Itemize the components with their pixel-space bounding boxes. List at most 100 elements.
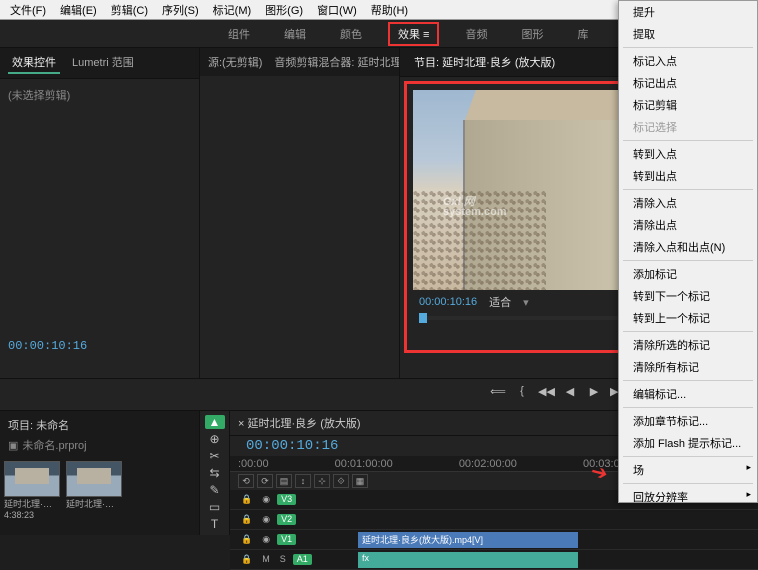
menu-separator (623, 47, 753, 48)
timeline-option-button[interactable]: ⟳ (257, 474, 273, 488)
track-label[interactable]: V1 (277, 534, 296, 545)
left-panel-tabs: 效果控件 Lumetri 范围 (0, 48, 199, 79)
context-menu-item[interactable]: 提取 (619, 23, 757, 45)
menu-item[interactable]: 编辑(E) (54, 0, 103, 20)
context-menu-item[interactable]: 转到下一个标记 (619, 285, 757, 307)
timeline-track[interactable]: 🔒 ◉ V1 延时北理·良乡(放大版).mp4[V] (230, 530, 758, 550)
context-menu-item[interactable]: 转到入点 (619, 143, 757, 165)
menu-item[interactable]: 剪辑(C) (105, 0, 154, 20)
context-menu-item[interactable]: 清除所有标记 (619, 356, 757, 378)
track-header: 🔒 ◉ V1 (230, 534, 350, 545)
source-monitor-panel: 源:(无剪辑) 音频剪辑混合器: 延时北理·良乡 (200, 48, 400, 378)
program-timecode[interactable]: 00:00:10:16 (419, 296, 477, 308)
timeline-clip[interactable]: 延时北理·良乡(放大版).mp4[V] (358, 532, 578, 548)
tool-button[interactable]: T (205, 517, 225, 531)
timeline-option-button[interactable]: ↕ (295, 474, 311, 488)
zoom-fit-dropdown[interactable]: 适合 (489, 294, 511, 310)
menu-item[interactable]: 文件(F) (4, 0, 52, 20)
menu-item[interactable]: 帮助(H) (365, 0, 414, 20)
transport-button[interactable]: ◀◀ (538, 385, 554, 404)
workspace-tab[interactable]: 效果 ≡ (388, 22, 439, 46)
context-menu-item[interactable]: 清除出点 (619, 214, 757, 236)
playhead-icon[interactable] (419, 313, 427, 323)
track-toggle-icon[interactable]: ◉ (259, 534, 273, 545)
track-label[interactable]: V3 (277, 494, 296, 505)
timeline-option-button[interactable]: ⊹ (314, 474, 330, 488)
track-label[interactable]: V2 (277, 514, 296, 525)
menu-item[interactable]: 窗口(W) (311, 0, 363, 20)
context-menu-item[interactable]: 标记剪辑 (619, 94, 757, 116)
project-title: 项目: 未命名 (4, 415, 195, 435)
timeline-timecode[interactable]: 00:00:10:16 (246, 438, 338, 454)
menu-separator (623, 483, 753, 484)
timeline-option-button[interactable]: ⟐ (333, 474, 349, 488)
track-toggle-icon[interactable]: S (277, 554, 289, 565)
sequence-title[interactable]: × 延时北理·良乡 (放大版) (238, 415, 361, 431)
tool-button[interactable]: ✂ (205, 449, 225, 463)
transport-button[interactable]: ▶ (586, 385, 602, 404)
tool-palette: ▲ ⊕ ✂ ⇆ ✎ ▭ T (200, 411, 230, 535)
tool-button[interactable]: ▲ (205, 415, 225, 429)
transport-button[interactable]: { (514, 385, 530, 404)
track-toggle-icon[interactable]: 🔒 (238, 554, 255, 565)
workspace-tab[interactable]: 音频 (457, 22, 495, 46)
timeline-track[interactable]: 🔒 ◉ V2 (230, 510, 758, 530)
tab-effects-controls[interactable]: 效果控件 (8, 52, 60, 74)
timeline-option-button[interactable]: ▤ (276, 474, 292, 488)
timeline-track[interactable]: 🔒 MS A1 fx (230, 550, 758, 570)
thumbnail-item[interactable]: 延时北理·良乡(... 4:38:23 (4, 461, 60, 520)
context-menu-item[interactable]: 添加章节标记... (619, 410, 757, 432)
track-toggle-icon[interactable]: M (259, 554, 273, 565)
workspace-tab[interactable]: 颜色 (332, 22, 370, 46)
menu-item[interactable]: 序列(S) (156, 0, 205, 20)
menu-separator (623, 456, 753, 457)
workspace-tab[interactable]: 组件 (220, 22, 258, 46)
context-menu-item[interactable]: 添加标记 (619, 263, 757, 285)
context-menu-item[interactable]: 场 (619, 459, 757, 481)
workspace-tab[interactable]: 库 (569, 22, 596, 46)
track-toggle-icon[interactable]: 🔒 (238, 534, 255, 545)
thumbnail-item[interactable]: 延时北理·良乡... (66, 461, 122, 520)
context-menu-item[interactable]: 清除入点和出点(N) (619, 236, 757, 258)
workspace-tab[interactable]: 图形 (513, 22, 551, 46)
track-label[interactable]: A1 (293, 554, 312, 565)
timeline-option-button[interactable]: ⟲ (238, 474, 254, 488)
timeline-clip[interactable]: fx (358, 552, 578, 568)
audio-mixer-tab[interactable]: 音频剪辑混合器: 延时北理·良乡 (270, 52, 399, 72)
track-toggle-icon[interactable]: 🔒 (238, 494, 255, 505)
menu-item[interactable]: 标记(M) (207, 0, 258, 20)
context-menu-item[interactable]: 标记入点 (619, 50, 757, 72)
chevron-down-icon[interactable]: ▾ (523, 296, 529, 309)
context-menu-item[interactable]: 清除入点 (619, 192, 757, 214)
workspace-tab[interactable]: 编辑 (276, 22, 314, 46)
trees-graphic (413, 190, 546, 290)
context-menu-item[interactable]: 添加 Flash 提示标记... (619, 432, 757, 454)
tool-button[interactable]: ⊕ (205, 432, 225, 446)
context-menu-item[interactable]: 标记出点 (619, 72, 757, 94)
context-menu-item[interactable]: 转到出点 (619, 165, 757, 187)
track-toggle-icon[interactable]: 🔒 (238, 514, 255, 525)
ruler-tick: 00:02:00:00 (459, 458, 517, 469)
transport-button[interactable]: ⟸ (490, 385, 506, 404)
source-tab[interactable]: 源:(无剪辑) (204, 52, 266, 72)
timeline-option-button[interactable]: ▦ (352, 474, 368, 488)
bin-icon[interactable]: ▣ (8, 439, 18, 452)
context-menu-item[interactable]: 编辑标记... (619, 383, 757, 405)
context-menu: 提升提取标记入点标记出点标记剪辑标记选择转到入点转到出点清除入点清除出点清除入点… (618, 0, 758, 503)
transport-button[interactable]: ◀ (562, 385, 578, 404)
tool-button[interactable]: ✎ (205, 483, 225, 497)
tool-button[interactable]: ⇆ (205, 466, 225, 480)
track-header: 🔒 ◉ V2 (230, 514, 350, 525)
program-tab-title[interactable]: 节目: 延时北理·良乡 (放大版) (408, 52, 561, 72)
menu-separator (623, 331, 753, 332)
track-toggle-icon[interactable]: ◉ (259, 514, 273, 525)
menu-item[interactable]: 图形(G) (259, 0, 309, 20)
context-menu-item[interactable]: 转到上一个标记 (619, 307, 757, 329)
tool-button[interactable]: ▭ (205, 500, 225, 514)
context-menu-item[interactable]: 提升 (619, 1, 757, 23)
tab-lumetri-scopes[interactable]: Lumetri 范围 (68, 52, 138, 74)
track-toggle-icon[interactable]: ◉ (259, 494, 273, 505)
context-menu-item[interactable]: 回放分辨率 (619, 486, 757, 503)
context-menu-item[interactable]: 清除所选的标记 (619, 334, 757, 356)
menu-separator (623, 407, 753, 408)
